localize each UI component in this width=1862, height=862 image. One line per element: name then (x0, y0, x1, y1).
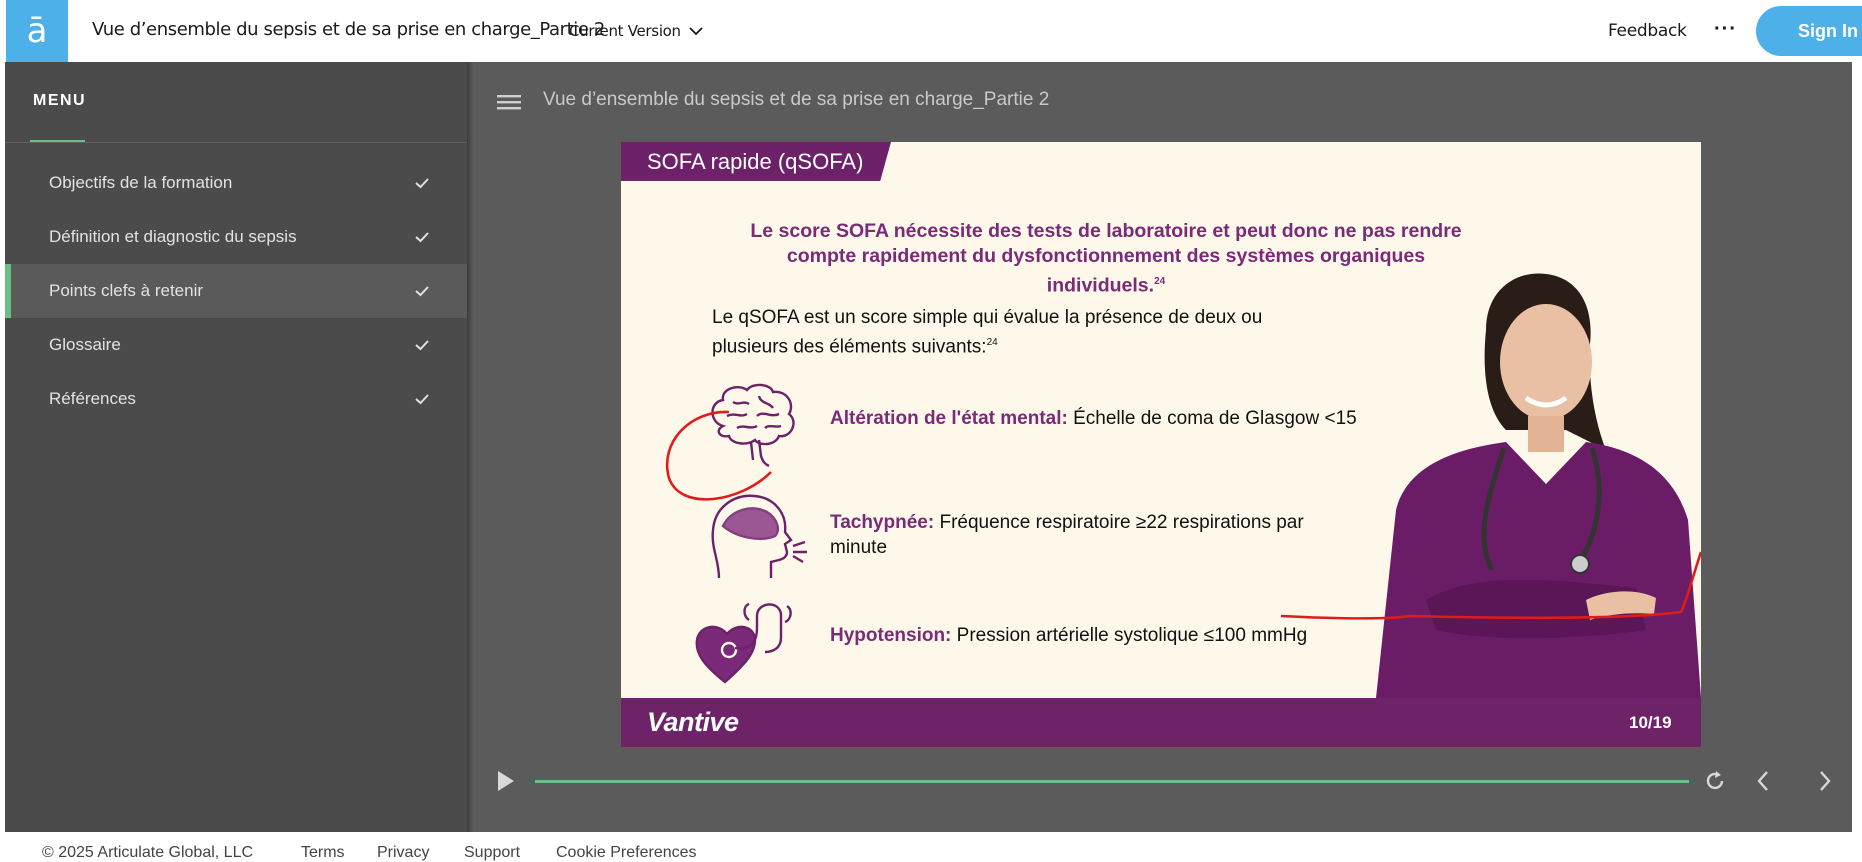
sidebar-shadow (467, 62, 473, 832)
replay-icon[interactable] (1702, 768, 1728, 794)
more-options-icon[interactable]: ··· (1714, 18, 1737, 41)
sidebar-item-references[interactable]: Références (5, 372, 467, 426)
sidebar-menu: MENU Objectifs de la formation Définitio… (5, 62, 467, 832)
next-slide-icon[interactable] (1811, 768, 1837, 794)
sidebar-item-definition[interactable]: Définition et diagnostic du sepsis (5, 210, 467, 264)
course-player: MENU Objectifs de la formation Définitio… (5, 62, 1852, 832)
intro-text: Le qSOFA est un score simple qui évalue … (712, 307, 1263, 358)
support-link[interactable]: Support (464, 844, 520, 862)
slide-footer: Vantive 10/19 (621, 698, 1701, 747)
sidebar-item-label: Points clefs à retenir (49, 281, 204, 300)
sidebar-item-glossaire[interactable]: Glossaire (5, 318, 467, 372)
play-icon[interactable] (492, 768, 518, 794)
menu-list: Objectifs de la formation Définition et … (5, 156, 467, 426)
brain-icon (711, 383, 795, 468)
feedback-link[interactable]: Feedback (1608, 21, 1687, 41)
criterion-label: Hypotension: (830, 625, 952, 646)
content-title: Vue d’ensemble du sepsis et de sa prise … (543, 89, 1050, 110)
criterion-tachypnea: Tachypnée: Fréquence respiratoire ≥22 re… (830, 510, 1320, 560)
slide-intro: Le qSOFA est un score simple qui évalue … (712, 305, 1292, 359)
top-bar: ā Vue d’ensemble du sepsis et de sa pris… (0, 0, 1862, 62)
hamburger-menu-icon[interactable] (497, 93, 521, 111)
sign-in-button[interactable]: Sign In (1756, 6, 1862, 56)
previous-slide-icon[interactable] (1751, 768, 1777, 794)
vantive-logo: Vantive (647, 707, 739, 737)
sidebar-item-label: Références (49, 389, 136, 408)
sidebar-item-label: Définition et diagnostic du sepsis (49, 227, 297, 246)
check-icon (415, 340, 429, 351)
sidebar-item-label: Glossaire (49, 335, 121, 354)
headline-ref: 24 (1154, 276, 1166, 287)
logo-glyph: ā (26, 11, 48, 51)
slide-page-number: 10/19 (1629, 713, 1672, 732)
copyright-text: © 2025 Articulate Global, LLC (42, 844, 254, 861)
sidebar-item-objectifs[interactable]: Objectifs de la formation (5, 156, 467, 210)
version-label: Current Version (569, 22, 681, 40)
check-icon (415, 394, 429, 405)
menu-heading: MENU (33, 92, 87, 109)
intro-ref: 24 (986, 337, 998, 348)
privacy-link[interactable]: Privacy (377, 844, 429, 862)
version-dropdown[interactable]: Current Version (569, 22, 703, 40)
check-icon (415, 286, 429, 297)
slide-title: SOFA rapide (qSOFA) (647, 149, 864, 174)
slide: SOFA rapide (qSOFA) Le score SOFA nécess… (621, 142, 1701, 747)
course-title: Vue d’ensemble du sepsis et de sa prise … (92, 19, 605, 40)
check-icon (415, 178, 429, 189)
check-icon (415, 232, 429, 243)
chevron-down-icon (689, 27, 703, 36)
progress-bar[interactable] (535, 780, 1689, 783)
articulate-logo[interactable]: ā (6, 0, 68, 62)
sidebar-item-label: Objectifs de la formation (49, 173, 233, 192)
sidebar-item-points-clefs[interactable]: Points clefs à retenir (5, 264, 467, 318)
menu-divider (5, 142, 467, 143)
heart-stethoscope-icon (695, 602, 792, 684)
criterion-text: Pression artérielle systolique ≤100 mmHg (951, 625, 1308, 646)
cookie-preferences-link[interactable]: Cookie Preferences (556, 844, 697, 862)
terms-link[interactable]: Terms (301, 844, 345, 862)
criterion-label: Tachypnée: (830, 512, 935, 533)
nurse-illustration (1376, 273, 1701, 698)
criterion-text: Échelle de coma de Glasgow <15 (1067, 408, 1357, 429)
breathing-head-icon (711, 494, 807, 579)
slide-title-tag: SOFA rapide (qSOFA) (621, 142, 891, 181)
player-controls (5, 760, 1852, 810)
page-footer: © 2025 Articulate Global, LLC Terms Priv… (0, 832, 1862, 862)
criterion-label: Altération de l'état mental: (830, 408, 1068, 429)
